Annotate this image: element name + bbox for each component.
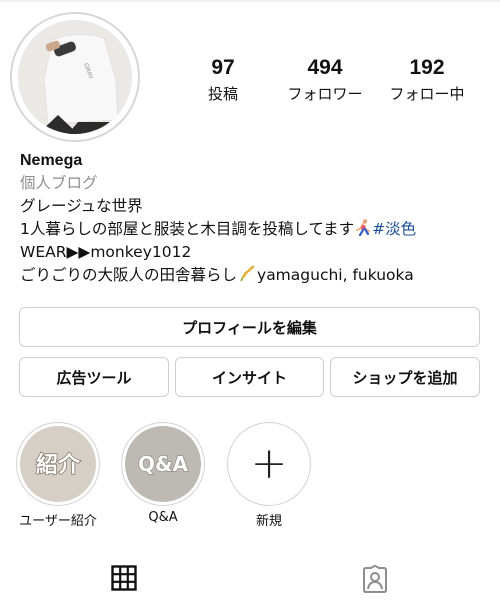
posts-count-label: 投稿	[207, 85, 238, 103]
profile-bio: Nemega 個人ブログ グレージュな世界 1人暮らしの部屋と服装と木目調を投稿…	[20, 150, 490, 287]
highlight-ring: 紹介	[16, 422, 100, 506]
followers-count-value: 494	[307, 56, 343, 79]
highlight-ring: Q&A	[121, 422, 205, 506]
bio-line-2: 1人暮らしの部屋と服装と木目調を投稿してます #淡色	[20, 218, 490, 241]
posts-count-value: 97	[211, 56, 235, 79]
insights-button[interactable]: インサイト	[175, 357, 324, 397]
runner-icon	[354, 219, 372, 237]
following-count[interactable]: 192 フォロー中	[372, 56, 482, 104]
bio-hashtag-link[interactable]: #淡色	[372, 220, 416, 238]
bio-line-3: WEAR▶▶monkey1012	[20, 243, 192, 261]
following-count-value: 192	[409, 56, 445, 79]
bio-location: yamaguchi, fukuoka	[257, 266, 414, 284]
highlight-label-new: 新規	[255, 514, 282, 529]
profile-avatar[interactable]: GRAY	[10, 12, 140, 142]
avatar-photo: GRAY	[18, 20, 132, 134]
top-divider	[0, 0, 500, 2]
followers-count-label: フォロワー	[287, 85, 363, 103]
grid-icon[interactable]	[111, 565, 137, 591]
bio-line-1: グレージュな世界	[20, 197, 143, 215]
plus-icon: +	[250, 438, 288, 489]
highlight-user-intro[interactable]: 紹介 ユーザー紹介	[13, 422, 103, 529]
profile-username: Nemega	[20, 152, 83, 169]
highlight-cover-text-qa: Q&A	[138, 452, 188, 476]
highlight-cover-new: +	[231, 426, 307, 502]
highlight-label-qa: Q&A	[148, 510, 178, 525]
posts-count[interactable]: 97 投稿	[168, 56, 278, 104]
rice-ear-icon	[237, 264, 257, 282]
highlight-cover-text-intro: 紹介	[36, 452, 81, 478]
highlight-ring: +	[227, 422, 311, 506]
bio-line-2-text: 1人暮らしの部屋と服装と木目調を投稿してます	[20, 220, 355, 238]
tagged-person-icon[interactable]	[361, 564, 389, 593]
highlight-cover-qa: Q&A	[125, 426, 201, 502]
bio-line-4-text: ごりごりの大阪人の田舎暮らし	[20, 266, 238, 284]
highlight-qa[interactable]: Q&A Q&A	[118, 422, 208, 525]
edit-profile-button[interactable]: プロフィールを編集	[19, 307, 480, 347]
profile-category: 個人ブログ	[20, 174, 98, 192]
add-shop-button[interactable]: ショップを追加	[330, 357, 480, 397]
highlight-cover-intro: 紹介	[20, 426, 96, 502]
following-count-label: フォロー中	[389, 85, 465, 103]
highlight-new[interactable]: + 新規	[224, 422, 314, 529]
ad-tools-button[interactable]: 広告ツール	[19, 357, 169, 397]
highlight-label-intro: ユーザー紹介	[19, 514, 97, 529]
bio-line-4: ごりごりの大阪人の田舎暮らし yamaguchi, fukuoka	[20, 264, 490, 287]
followers-count[interactable]: 494 フォロワー	[270, 56, 380, 104]
